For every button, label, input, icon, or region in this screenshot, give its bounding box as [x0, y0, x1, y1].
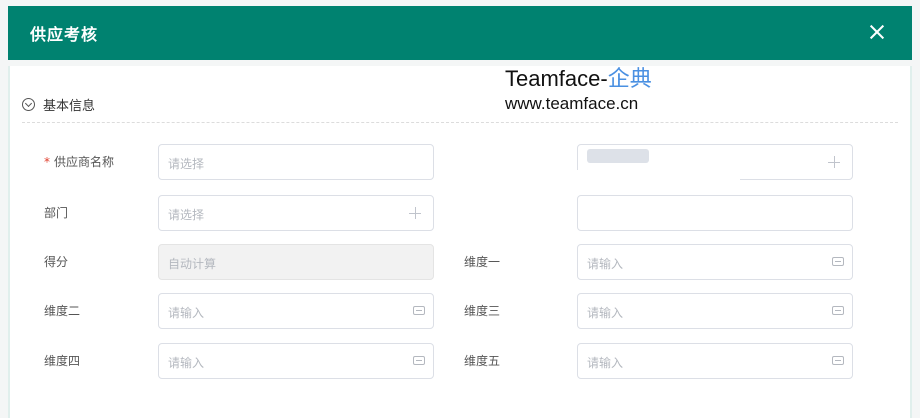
- dialog-header: 供应考核: [8, 6, 912, 60]
- close-icon[interactable]: [864, 19, 890, 45]
- dimension-2-placeholder: 请输入: [168, 306, 205, 320]
- watermark-brand: Teamface-企典: [505, 66, 652, 91]
- watermark: Teamface-企典 www.teamface.cn: [505, 65, 705, 115]
- dimension-1-placeholder: 请输入: [587, 257, 624, 271]
- keyboard-icon: [413, 356, 425, 365]
- section-divider: [22, 122, 898, 123]
- watermark-mask: [440, 170, 740, 194]
- dimension-2-input[interactable]: 请输入: [158, 293, 434, 329]
- keyboard-icon: [413, 306, 425, 315]
- plus-icon[interactable]: [828, 156, 840, 168]
- keyboard-icon: [832, 306, 844, 315]
- dimension-3-input[interactable]: 请输入: [577, 293, 853, 329]
- dimension-1-label: 维度一: [464, 255, 501, 269]
- dimension-5-label: 维度五: [464, 354, 501, 368]
- dimension-4-label: 维度四: [44, 354, 81, 368]
- keyboard-icon: [832, 257, 844, 266]
- score-label: 得分: [44, 255, 69, 269]
- dimension-5-placeholder: 请输入: [587, 356, 624, 370]
- second-right-field[interactable]: [577, 195, 853, 231]
- supply-assessment-dialog: 供应考核 基本信息 * 供应商名称 请选择 部门 请选择 得分 自动计算 维度一…: [0, 0, 920, 418]
- plus-icon[interactable]: [409, 207, 421, 219]
- section-header[interactable]: 基本信息: [22, 94, 95, 114]
- department-placeholder: 请选择: [168, 208, 205, 222]
- collapse-icon[interactable]: [22, 97, 35, 111]
- supplier-name-label: * 供应商名称: [44, 155, 115, 169]
- dimension-1-input[interactable]: 请输入: [577, 244, 853, 280]
- dimension-4-input[interactable]: 请输入: [158, 343, 434, 379]
- section-title: 基本信息: [43, 98, 96, 114]
- dimension-4-placeholder: 请输入: [168, 356, 205, 370]
- department-select[interactable]: 请选择: [158, 195, 434, 231]
- supplier-name-placeholder: 请选择: [168, 157, 205, 171]
- score-placeholder: 自动计算: [168, 257, 217, 271]
- dimension-2-label: 维度二: [44, 304, 81, 318]
- keyboard-icon: [832, 356, 844, 365]
- dimension-3-label: 维度三: [464, 304, 501, 318]
- score-field: 自动计算: [158, 244, 434, 280]
- supplier-name-select[interactable]: 请选择: [158, 144, 434, 180]
- dialog-body: 基本信息 *供应商名称 请选择 部门 请选择 得分 自动计算 维度一 请输入: [8, 66, 912, 418]
- dialog-title: 供应考核: [30, 25, 99, 44]
- avatar: [587, 149, 649, 163]
- dimension-3-placeholder: 请输入: [587, 306, 624, 320]
- watermark-url: www.teamface.cn: [505, 94, 639, 113]
- department-label: 部门: [44, 206, 69, 220]
- dimension-5-input[interactable]: 请输入: [577, 343, 853, 379]
